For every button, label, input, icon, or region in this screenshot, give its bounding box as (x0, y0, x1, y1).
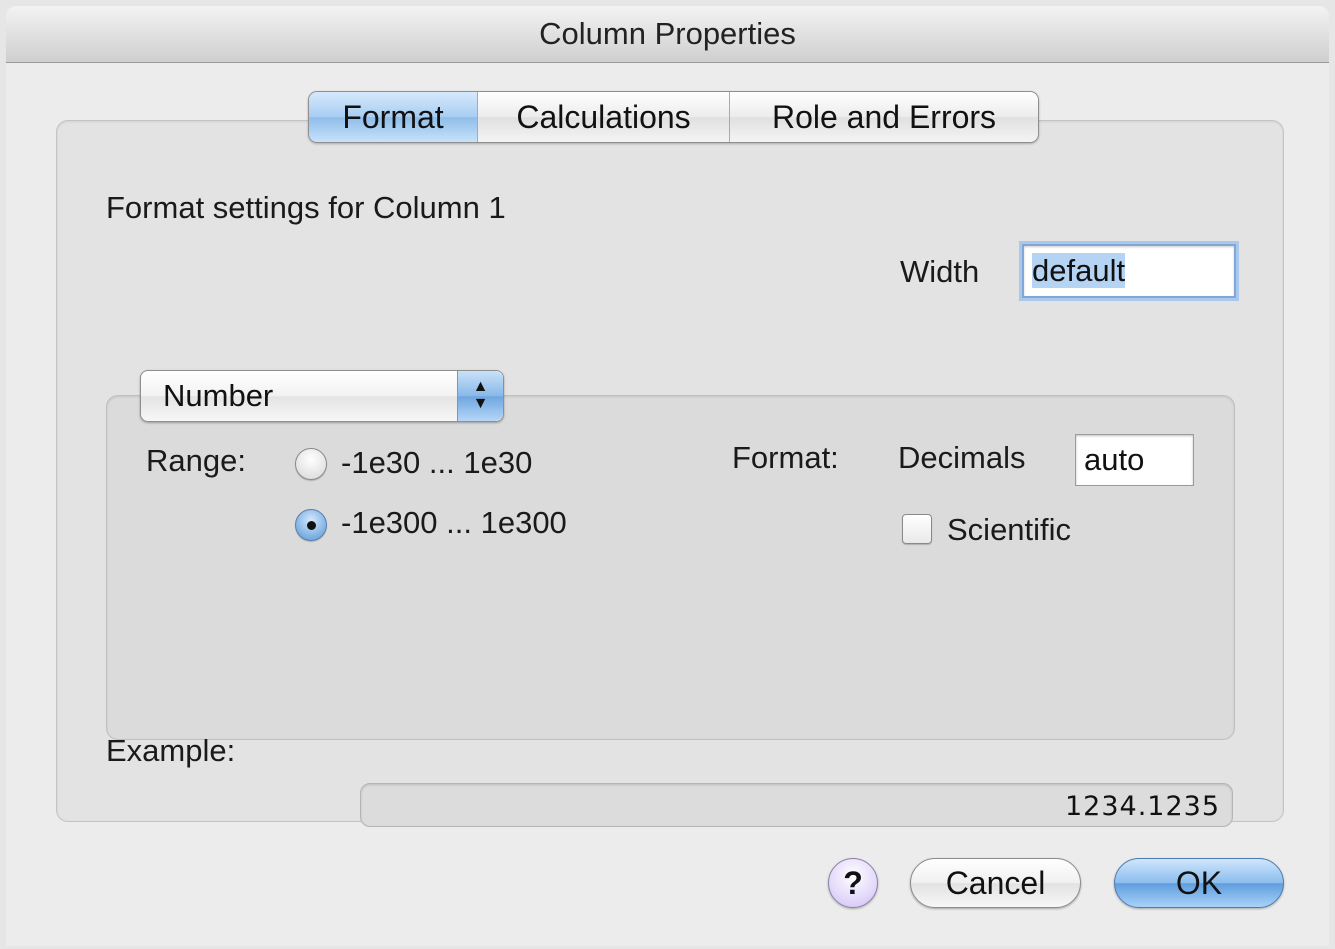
width-input-value: default (1032, 253, 1126, 288)
tab-bar: Format Calculations Role and Errors (308, 91, 1039, 143)
example-field: 1234.1235 (360, 783, 1233, 827)
example-label: Example: (106, 733, 236, 768)
type-popup-button[interactable]: Number ▲ ▼ (140, 370, 504, 422)
scientific-checkbox[interactable] (902, 514, 932, 544)
width-label: Width (900, 254, 980, 289)
range-label: Range: (146, 443, 246, 478)
updown-arrows-icon: ▲ ▼ (457, 371, 503, 421)
format-settings-heading: Format settings for Column 1 (106, 190, 506, 225)
cancel-button[interactable]: Cancel (910, 858, 1081, 908)
radio-selected-dot-icon (307, 521, 316, 530)
decimals-label: Decimals (898, 440, 1026, 475)
help-button[interactable]: ? (828, 858, 878, 908)
dialog-content: Format Calculations Role and Errors Form… (6, 63, 1329, 946)
example-value: 1234.1235 (1064, 791, 1220, 822)
width-input[interactable]: default (1022, 244, 1236, 298)
decimals-input[interactable]: auto (1075, 434, 1194, 486)
column-properties-window: Column Properties Format Calculations Ro… (6, 6, 1329, 946)
tab-calculations[interactable]: Calculations (477, 92, 729, 142)
range-option-1e30-label[interactable]: -1e30 ... 1e30 (341, 445, 532, 481)
ok-button[interactable]: OK (1114, 858, 1284, 908)
tab-format[interactable]: Format (309, 92, 477, 142)
format-label: Format: (732, 440, 839, 475)
range-option-1e300-label[interactable]: -1e300 ... 1e300 (341, 505, 567, 541)
type-popup-selected: Number (163, 378, 274, 413)
number-format-group (106, 395, 1235, 740)
range-radio-1e30[interactable] (295, 448, 327, 480)
range-radio-1e300[interactable] (295, 509, 327, 541)
tab-role-and-errors[interactable]: Role and Errors (729, 92, 1038, 142)
scientific-label[interactable]: Scientific (947, 512, 1071, 548)
title-bar[interactable]: Column Properties (6, 6, 1329, 63)
window-title: Column Properties (539, 16, 796, 51)
